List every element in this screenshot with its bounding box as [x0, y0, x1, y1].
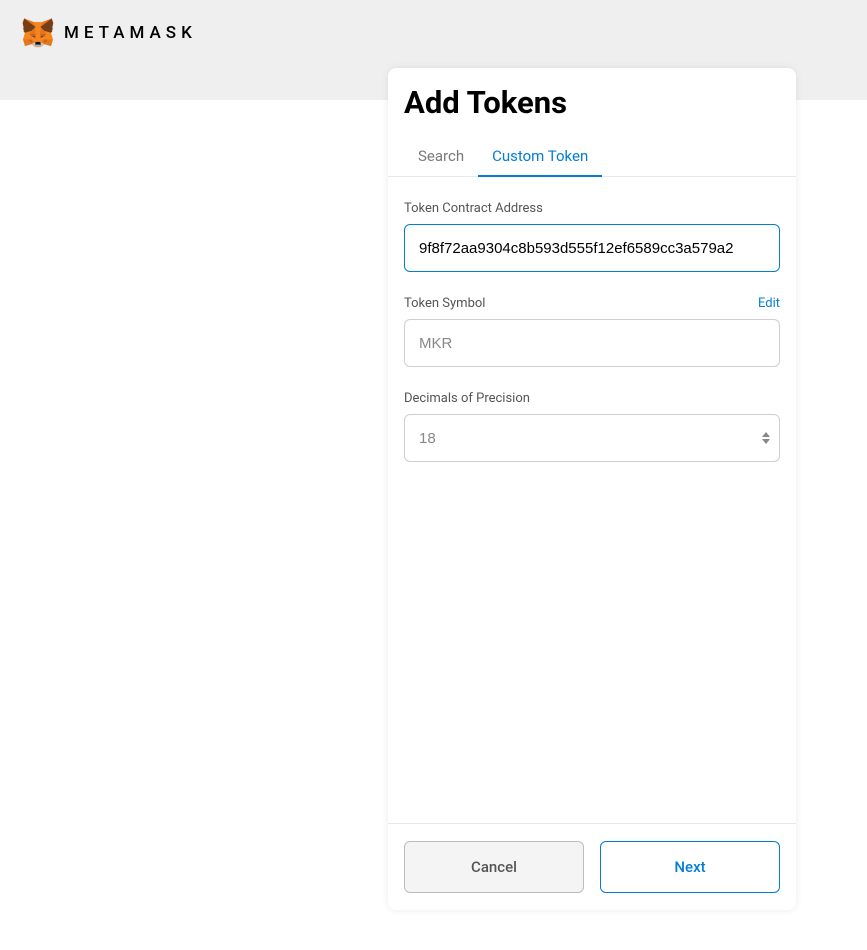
decimals-input[interactable] [404, 414, 780, 462]
decimals-stepper[interactable] [762, 432, 770, 444]
metamask-fox-icon [22, 18, 54, 48]
add-tokens-modal: Add Tokens Search Custom Token Token Con… [388, 68, 796, 910]
modal-title: Add Tokens [404, 84, 780, 121]
logo: METAMASK [22, 18, 197, 48]
contract-address-group: Token Contract Address [404, 201, 780, 272]
tab-search[interactable]: Search [404, 137, 478, 176]
contract-address-input[interactable] [404, 224, 780, 272]
next-button[interactable]: Next [600, 841, 780, 893]
decimals-label: Decimals of Precision [404, 391, 530, 406]
modal-header: Add Tokens Search Custom Token [388, 68, 796, 177]
modal-footer: Cancel Next [388, 823, 796, 910]
brand-name: METAMASK [64, 23, 197, 43]
token-symbol-input[interactable] [404, 319, 780, 367]
cancel-button[interactable]: Cancel [404, 841, 584, 893]
decimals-group: Decimals of Precision [404, 391, 780, 462]
chevron-down-icon[interactable] [762, 439, 770, 444]
tab-custom-token[interactable]: Custom Token [478, 137, 602, 177]
contract-address-label: Token Contract Address [404, 201, 543, 216]
tabs: Search Custom Token [388, 137, 796, 177]
token-symbol-group: Token Symbol Edit [404, 296, 780, 367]
chevron-up-icon[interactable] [762, 432, 770, 437]
custom-token-form: Token Contract Address Token Symbol Edit… [388, 177, 796, 823]
edit-symbol-link[interactable]: Edit [758, 296, 780, 311]
token-symbol-label: Token Symbol [404, 296, 485, 311]
